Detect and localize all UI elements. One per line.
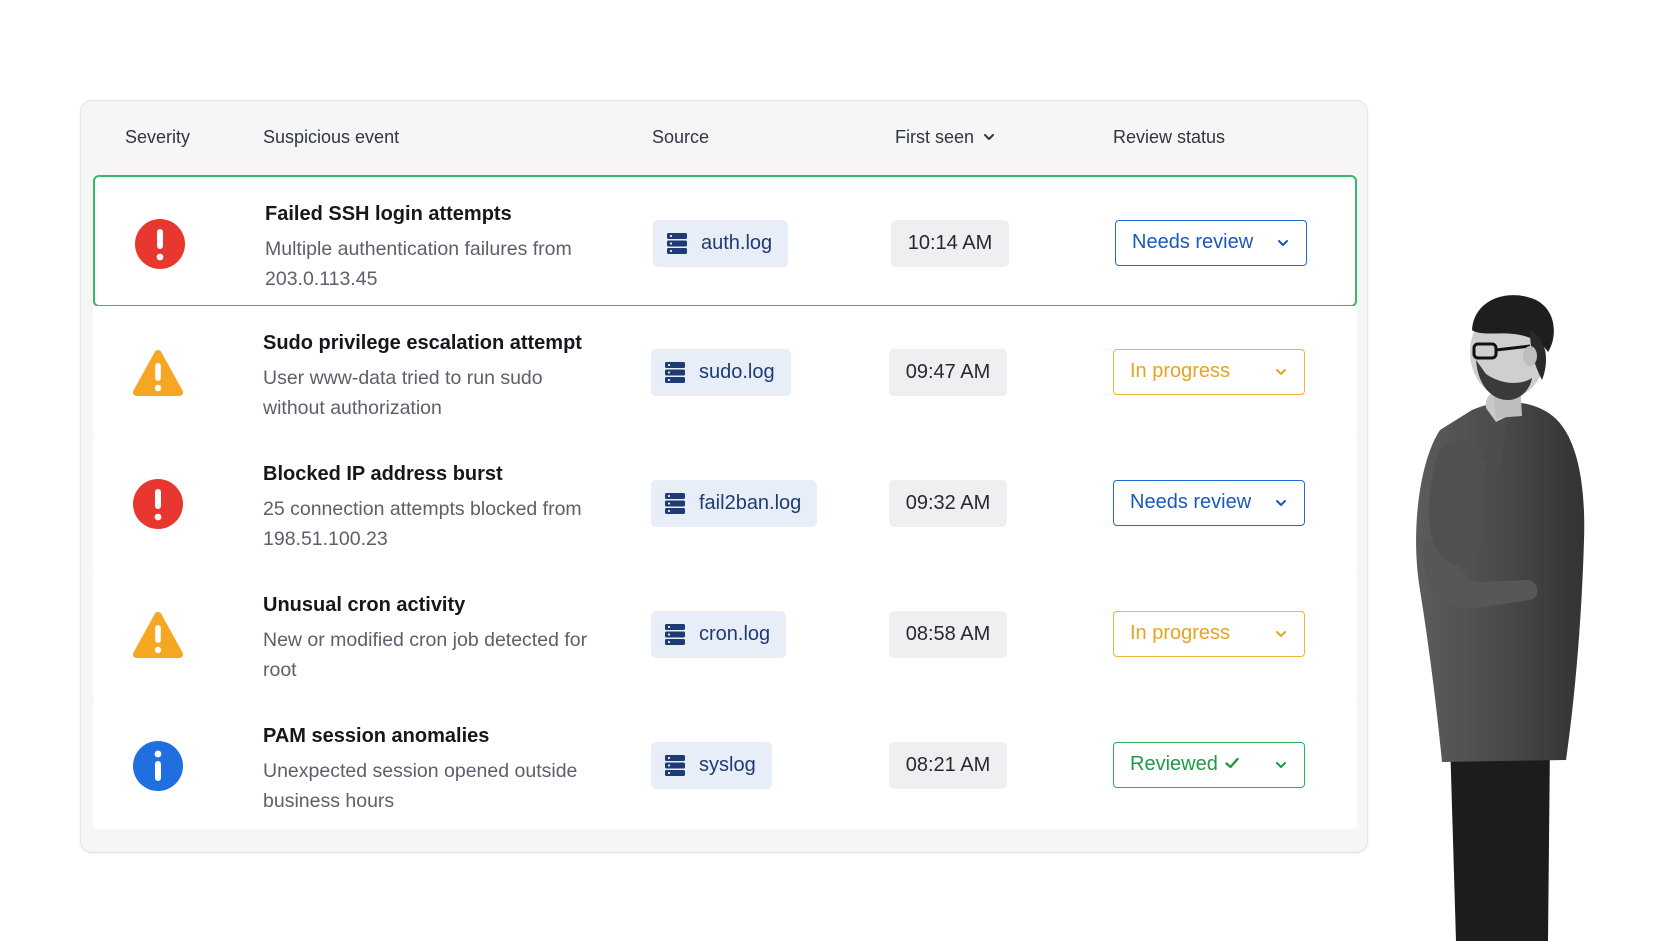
- review-status-dropdown[interactable]: Reviewed: [1113, 742, 1305, 788]
- event-title: Sudo privilege escalation attempt: [263, 332, 582, 354]
- chevron-down-icon: [1276, 369, 1286, 375]
- column-header-severity: Severity: [125, 127, 191, 147]
- database-icon: [667, 233, 687, 254]
- first-seen-time: 09:32 AM: [889, 480, 1007, 527]
- info-circle-icon: [133, 741, 183, 791]
- column-header-event: Suspicious event: [263, 127, 400, 147]
- warning-triangle-icon: [132, 350, 184, 396]
- event-description: Unexpected session opened outside busine…: [263, 760, 578, 812]
- status-label: Needs review: [1132, 231, 1254, 253]
- source-chip[interactable]: cron.log: [651, 611, 787, 658]
- source-chip[interactable]: fail2ban.log: [651, 480, 818, 527]
- source-label: auth.log: [701, 232, 773, 254]
- checkmark-icon: [1225, 757, 1239, 768]
- events-table: Severity Suspicious event Source First s…: [80, 100, 1368, 853]
- event-description: User www-data tried to run sudo without …: [263, 367, 543, 419]
- event-title: Blocked IP address burst: [263, 463, 503, 485]
- warning-triangle-icon: [132, 612, 184, 658]
- source-label: sudo.log: [699, 361, 775, 383]
- first-seen-time: 09:47 AM: [889, 349, 1007, 396]
- chevron-down-icon: [1276, 631, 1286, 637]
- column-header-first-seen[interactable]: First seen: [895, 101, 996, 173]
- exclamation-circle-icon: [135, 219, 185, 269]
- first-seen-label: First seen: [895, 127, 975, 147]
- chevron-down-icon: [1278, 240, 1288, 246]
- event-description: New or modified cron job detected for ro…: [263, 629, 588, 681]
- table-row[interactable]: Blocked IP address burst 25 connection a…: [93, 437, 1357, 569]
- review-status-dropdown[interactable]: Needs review: [1113, 480, 1305, 526]
- review-status-dropdown[interactable]: Needs review: [1115, 220, 1307, 266]
- source-chip[interactable]: sudo.log: [651, 349, 791, 396]
- status-label: In progress: [1130, 622, 1231, 644]
- event-title: Unusual cron activity: [263, 594, 466, 616]
- source-chip[interactable]: syslog: [651, 742, 772, 789]
- status-label: Needs review: [1130, 491, 1252, 513]
- table-row[interactable]: Unusual cron activity New or modified cr…: [93, 568, 1357, 700]
- event-description: Multiple authentication failures from 20…: [265, 238, 572, 290]
- event-title: PAM session anomalies: [263, 725, 490, 747]
- database-icon: [665, 362, 685, 383]
- event-description: 25 connection attempts blocked from 198.…: [263, 498, 582, 550]
- first-seen-time: 10:14 AM: [891, 220, 1009, 267]
- table-header: Severity Suspicious event Source First s…: [81, 101, 1367, 173]
- thinking-person-illustration: [1416, 295, 1585, 941]
- source-label: cron.log: [699, 623, 771, 645]
- first-seen-time: 08:58 AM: [889, 611, 1007, 658]
- event-title: Failed SSH login attempts: [265, 203, 512, 225]
- status-label: In progress: [1130, 360, 1231, 382]
- source-label: fail2ban.log: [699, 492, 802, 514]
- chevron-down-icon: [1276, 762, 1286, 768]
- table-row[interactable]: Failed SSH login attempts Multiple authe…: [93, 175, 1357, 307]
- review-status-dropdown[interactable]: In progress: [1113, 611, 1305, 657]
- chevron-down-icon: [1276, 500, 1286, 506]
- sort-chevron-down-icon: [984, 133, 995, 140]
- exclamation-circle-icon: [133, 479, 183, 529]
- table-row[interactable]: PAM session anomalies Unexpected session…: [93, 699, 1357, 829]
- status-label: Reviewed: [1130, 753, 1218, 775]
- source-chip[interactable]: auth.log: [653, 220, 789, 267]
- table-row[interactable]: Sudo privilege escalation attempt User w…: [93, 306, 1357, 438]
- column-header-review-status: Review status: [1113, 127, 1226, 147]
- database-icon: [665, 755, 685, 776]
- database-icon: [665, 624, 685, 645]
- database-icon: [665, 493, 685, 514]
- review-status-dropdown[interactable]: In progress: [1113, 349, 1305, 395]
- source-label: syslog: [699, 754, 756, 776]
- first-seen-time: 08:21 AM: [889, 742, 1007, 789]
- column-header-source: Source: [652, 127, 710, 147]
